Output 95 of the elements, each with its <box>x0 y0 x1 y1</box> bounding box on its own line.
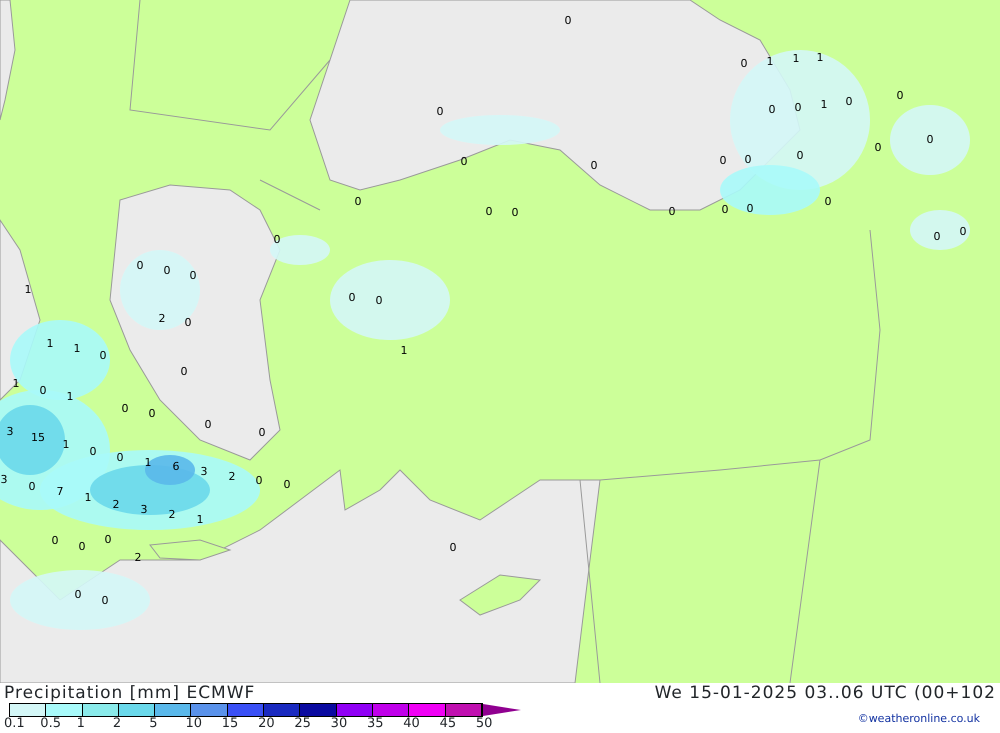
precipitation-value: 0 <box>796 149 804 162</box>
precipitation-value: 0 <box>284 478 290 491</box>
precipitation-value: 1 <box>24 283 32 296</box>
precipitation-value: 0 <box>720 154 726 167</box>
legend-label: 45 <box>440 717 458 730</box>
precipitation-value: 0 <box>722 203 728 216</box>
precipitation-value: 0 <box>926 133 934 146</box>
forecast-datetime: We 15-01-2025 03..06 UTC (00+102 <box>654 683 996 703</box>
precipitation-value: 0 <box>28 480 36 493</box>
precipitation-value: 0 <box>376 294 382 307</box>
precipitation-area <box>0 405 65 475</box>
precipitation-value: 0 <box>102 594 108 607</box>
precipitation-value: 0 <box>896 89 904 102</box>
precipitation-value: 0 <box>794 101 802 114</box>
precipitation-area <box>145 455 195 485</box>
precipitation-value: 0 <box>436 105 444 118</box>
precipitation-value: 0 <box>116 451 124 464</box>
precipitation-value: 3 <box>6 425 14 438</box>
legend-label: 40 <box>403 717 421 730</box>
precipitation-value: 0 <box>104 533 112 546</box>
precipitation-value: 0 <box>190 269 196 282</box>
precipitation-value: 1 <box>144 456 152 469</box>
precipitation-value: 0 <box>486 205 492 218</box>
precipitation-value: 0 <box>100 349 106 362</box>
precipitation-value: 0 <box>164 264 170 277</box>
precipitation-value: 1 <box>400 344 408 357</box>
precipitation-value: 3 <box>200 465 208 478</box>
legend-label: 2 <box>112 717 122 730</box>
precipitation-value: 0 <box>744 153 752 166</box>
legend-label: 1 <box>76 717 86 730</box>
precipitation-value: 0 <box>668 205 676 218</box>
precipitation-value: 0 <box>180 365 188 378</box>
precipitation-value: 1 <box>196 513 204 526</box>
legend-label: 15 <box>222 717 240 730</box>
precipitation-area <box>910 210 970 250</box>
precipitation-value: 1 <box>66 390 74 403</box>
precipitation-value: 0 <box>460 155 468 168</box>
precipitation-value: 1 <box>84 491 92 504</box>
precipitation-value: 0 <box>960 225 966 238</box>
precipitation-value: 0 <box>74 588 82 601</box>
map-title: Precipitation [mm] ECMWF <box>3 683 256 703</box>
precipitation-value: 0 <box>846 95 852 108</box>
legend-label: 35 <box>366 717 385 730</box>
precipitation-value: 0 <box>122 402 128 415</box>
precipitation-value: 0 <box>740 57 748 70</box>
precipitation-value: 0 <box>934 230 940 243</box>
precipitation-value: 15 <box>31 431 45 444</box>
precipitation-value: 0 <box>204 418 212 431</box>
precipitation-value: 0 <box>274 233 280 246</box>
legend-label: 25 <box>294 717 312 730</box>
precipitation-value: 1 <box>12 377 20 390</box>
precipitation-value: 3 <box>0 473 8 486</box>
precipitation-value: 2 <box>168 508 176 521</box>
legend-label: 20 <box>258 717 276 730</box>
precipitation-value: 0 <box>258 426 266 439</box>
precipitation-value: 1 <box>74 342 80 355</box>
legend-label: 30 <box>330 717 348 730</box>
precipitation-value: 1 <box>792 52 800 65</box>
precipitation-value: 2 <box>134 551 142 564</box>
precipitation-value: 0 <box>590 159 598 172</box>
precipitation-value: 7 <box>56 485 64 498</box>
precipitation-value: 0 <box>512 206 518 219</box>
precipitation-value: 2 <box>112 498 120 511</box>
precipitation-value: 1 <box>820 98 828 111</box>
legend-label: 0.1 <box>4 717 26 730</box>
precipitation-value: 0 <box>746 202 754 215</box>
precipitation-value: 0 <box>90 445 96 458</box>
precipitation-value: 0 <box>874 141 882 154</box>
precipitation-value: 0 <box>78 540 86 553</box>
precipitation-value: 6 <box>172 460 180 473</box>
legend-label: 5 <box>149 717 158 730</box>
precipitation-value: 0 <box>148 407 156 420</box>
precipitation-value: 0 <box>564 14 572 27</box>
precipitation-value: 2 <box>158 312 166 325</box>
precipitation-value: 0 <box>354 195 362 208</box>
legend-arrow <box>482 704 521 716</box>
credit-link[interactable]: ©weatheronline.co.uk <box>858 711 980 728</box>
legend-label: 50 <box>476 717 494 730</box>
precipitation-value: 1 <box>46 337 54 350</box>
legend-label: 0.5 <box>40 717 62 730</box>
precipitation-value: 0 <box>824 195 832 208</box>
precipitation-value: 0 <box>450 541 456 554</box>
precipitation-value: 0 <box>768 103 776 116</box>
precipitation-value: 1 <box>816 51 824 64</box>
precipitation-value: 0 <box>136 259 144 272</box>
precipitation-value: 2 <box>228 470 236 483</box>
precipitation-value: 0 <box>348 291 356 304</box>
precipitation-value: 0 <box>256 474 262 487</box>
legend-label: 10 <box>185 717 204 730</box>
precipitation-value: 1 <box>766 55 774 68</box>
precipitation-value: 0 <box>52 534 58 547</box>
precipitation-value: 1 <box>62 438 70 451</box>
precipitation-value: 0 <box>40 384 46 397</box>
precipitation-value: 3 <box>140 503 148 516</box>
precipitation-value: 0 <box>184 316 192 329</box>
